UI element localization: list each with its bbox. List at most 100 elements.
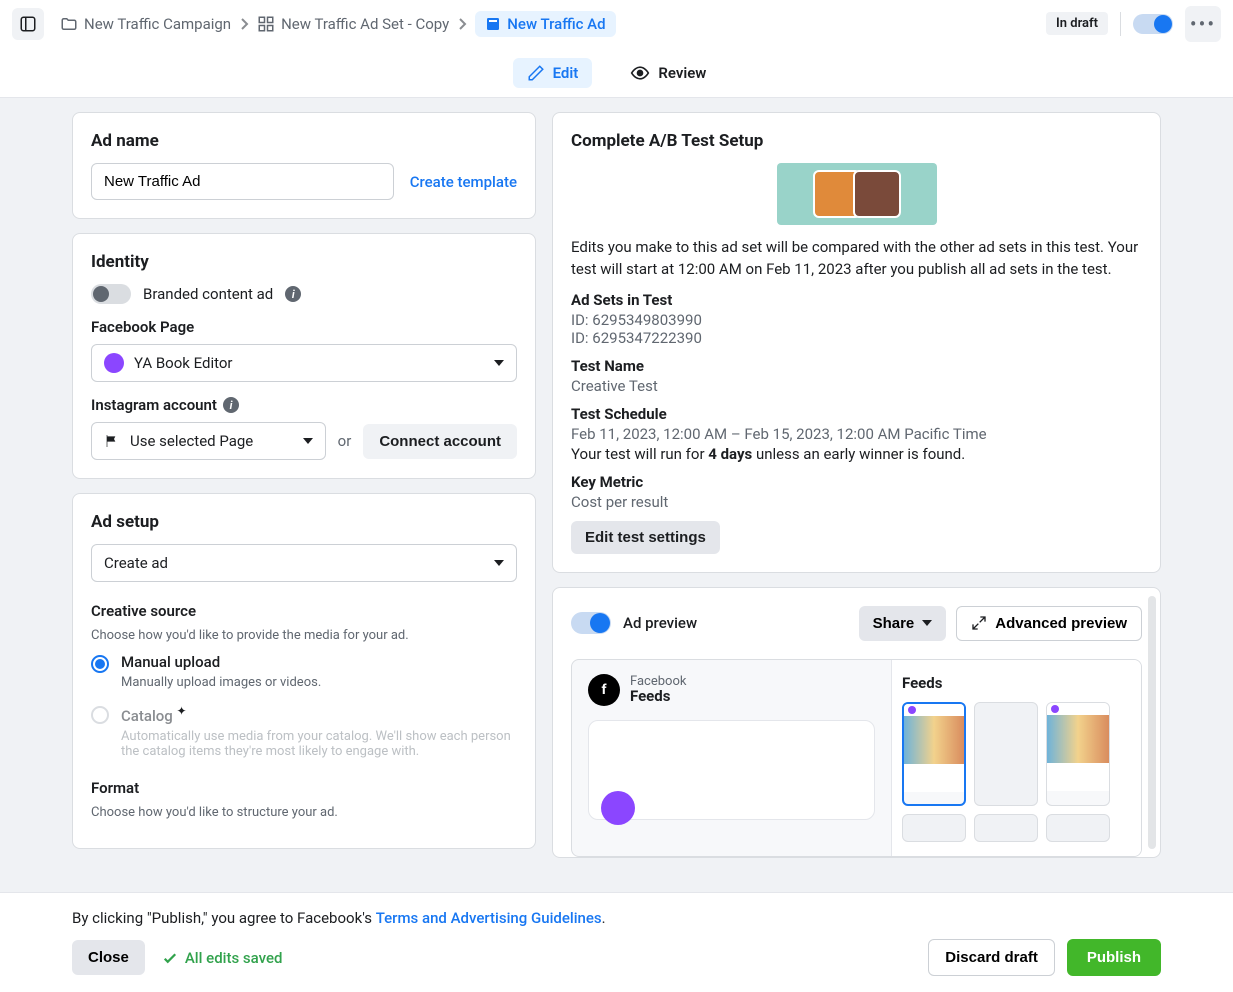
- ad-icon: [485, 16, 501, 32]
- preview-platform: Facebook: [630, 675, 686, 688]
- abtest-adsets-label: Ad Sets in Test: [571, 291, 1142, 309]
- create-template-link[interactable]: Create template: [410, 173, 517, 191]
- format-help: Choose how you'd like to structure your …: [91, 805, 517, 820]
- preview-placement: Feeds: [630, 688, 686, 705]
- facebook-icon: f: [588, 674, 620, 706]
- facebook-page-dropdown[interactable]: YA Book Editor: [91, 344, 517, 382]
- manual-upload-title: Manual upload: [121, 653, 321, 671]
- ad-preview-label: Ad preview: [623, 614, 697, 632]
- tab-bar: Edit Review: [0, 48, 1233, 98]
- publish-button[interactable]: Publish: [1067, 939, 1161, 976]
- breadcrumb-campaign-label: New Traffic Campaign: [84, 15, 231, 33]
- placement-thumb[interactable]: [974, 702, 1038, 806]
- adset-icon: [257, 15, 275, 33]
- page-avatar: [104, 353, 124, 373]
- breadcrumb: New Traffic Campaign New Traffic Ad Set …: [52, 11, 1038, 37]
- chevron-right-icon: [457, 18, 467, 30]
- placement-thumb[interactable]: [974, 814, 1038, 842]
- instagram-dropdown[interactable]: Use selected Page: [91, 422, 326, 460]
- pencil-icon: [527, 64, 545, 82]
- eye-icon: [630, 63, 650, 83]
- saved-status: All edits saved: [161, 949, 283, 967]
- ad-preview-toggle[interactable]: [571, 612, 611, 634]
- tab-edit-label: Edit: [553, 64, 579, 82]
- breadcrumb-adset-label: New Traffic Ad Set - Copy: [281, 15, 449, 33]
- advanced-preview-button[interactable]: Advanced preview: [956, 606, 1142, 641]
- identity-title: Identity: [91, 252, 517, 272]
- catalog-option[interactable]: Catalog ✦ Automatically use media from y…: [91, 704, 517, 759]
- placement-thumb[interactable]: [1046, 814, 1110, 842]
- discard-draft-button[interactable]: Discard draft: [928, 939, 1055, 976]
- footer: By clicking "Publish," you agree to Face…: [0, 892, 1233, 992]
- placement-thumb[interactable]: ​: [1046, 702, 1110, 806]
- abtest-duration: Your test will run for 4 days unless an …: [571, 445, 1142, 463]
- top-bar: New Traffic Campaign New Traffic Ad Set …: [0, 0, 1233, 48]
- manual-upload-help: Manually upload images or videos.: [121, 675, 321, 690]
- instagram-value: Use selected Page: [130, 432, 253, 450]
- format-label: Format: [91, 779, 517, 797]
- placement-thumb[interactable]: [902, 814, 966, 842]
- placement-thumb[interactable]: ​: [902, 702, 966, 806]
- info-icon[interactable]: i: [223, 397, 239, 413]
- caret-down-icon: [303, 438, 313, 444]
- tab-edit[interactable]: Edit: [513, 58, 593, 88]
- catalog-title: Catalog ✦: [121, 704, 517, 725]
- preview-sidebar: Feeds ​ ​: [891, 660, 1141, 856]
- tab-review[interactable]: Review: [616, 57, 720, 89]
- more-button[interactable]: •••: [1185, 6, 1221, 42]
- expand-icon: [971, 615, 987, 631]
- main-content: Ad name Create template Identity Branded…: [0, 98, 1233, 892]
- info-icon[interactable]: i: [285, 286, 301, 302]
- manual-upload-option[interactable]: Manual upload Manually upload images or …: [91, 653, 517, 690]
- divider: [1120, 12, 1121, 36]
- connect-account-button[interactable]: Connect account: [363, 424, 517, 459]
- ad-name-input[interactable]: [91, 163, 394, 200]
- facebook-page-label: Facebook Page: [91, 318, 517, 336]
- ad-setup-card: Ad setup Create ad Creative source Choos…: [72, 493, 536, 849]
- flag-icon: [104, 433, 120, 449]
- terms-link[interactable]: Terms and Advertising Guidelines: [376, 909, 602, 927]
- creative-source-label: Creative source: [91, 602, 517, 620]
- close-button[interactable]: Close: [72, 940, 145, 975]
- abtest-name-value: Creative Test: [571, 377, 1142, 395]
- abtest-description: Edits you make to this ad set will be co…: [571, 237, 1142, 281]
- preview-body: f Facebook Feeds Feeds ​: [571, 659, 1142, 857]
- ad-name-title: Ad name: [91, 131, 517, 151]
- caret-down-icon: [494, 560, 504, 566]
- identity-card: Identity Branded content ad i Facebook P…: [72, 233, 536, 479]
- panel-toggle-button[interactable]: [12, 8, 44, 40]
- or-text: or: [338, 432, 352, 450]
- breadcrumb-adset[interactable]: New Traffic Ad Set - Copy: [257, 15, 449, 33]
- caret-down-icon: [494, 360, 504, 366]
- folder-icon: [60, 15, 78, 33]
- breadcrumb-ad[interactable]: New Traffic Ad: [475, 11, 615, 37]
- create-ad-dropdown[interactable]: Create ad: [91, 544, 517, 582]
- ad-setup-title: Ad setup: [91, 512, 517, 532]
- catalog-help: Automatically use media from your catalo…: [121, 729, 517, 759]
- status-badge: In draft: [1046, 12, 1108, 35]
- abtest-id2: ID: 6295347222390: [571, 329, 1142, 347]
- abtest-title: Complete A/B Test Setup: [571, 131, 1142, 151]
- right-column: Complete A/B Test Setup Edits you make t…: [552, 112, 1161, 892]
- abtest-card: Complete A/B Test Setup Edits you make t…: [552, 112, 1161, 573]
- ad-name-card: Ad name Create template: [72, 112, 536, 219]
- campaign-toggle[interactable]: [1133, 14, 1173, 34]
- feeds-title: Feeds: [902, 674, 1131, 692]
- creative-source-help: Choose how you'd like to provide the med…: [91, 628, 517, 643]
- edit-test-settings-button[interactable]: Edit test settings: [571, 521, 720, 554]
- abtest-schedule-label: Test Schedule: [571, 405, 1142, 423]
- radio-unchecked-icon: [91, 706, 109, 724]
- facebook-page-value: YA Book Editor: [134, 354, 233, 372]
- share-button[interactable]: Share: [859, 606, 947, 641]
- topbar-actions: In draft •••: [1046, 6, 1221, 42]
- abtest-illustration: [777, 163, 937, 225]
- breadcrumb-campaign[interactable]: New Traffic Campaign: [60, 15, 231, 33]
- branded-content-toggle[interactable]: [91, 284, 131, 304]
- abtest-name-label: Test Name: [571, 357, 1142, 375]
- abtest-schedule-value: Feb 11, 2023, 12:00 AM – Feb 15, 2023, 1…: [571, 425, 1142, 443]
- instagram-account-label: Instagram account i: [91, 396, 517, 414]
- sparkle-icon: ✦: [177, 704, 187, 718]
- check-icon: [161, 949, 179, 967]
- abtest-id1: ID: 6295349803990: [571, 311, 1142, 329]
- branded-content-label: Branded content ad: [143, 285, 273, 303]
